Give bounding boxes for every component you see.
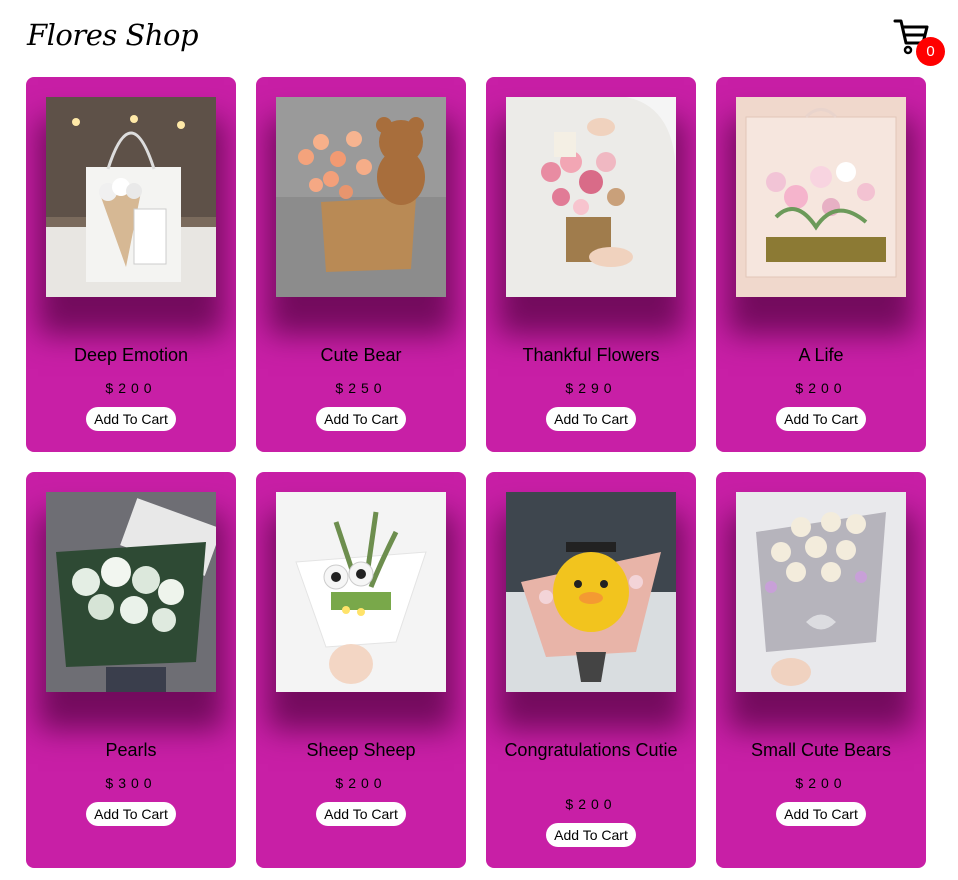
bouquet-gift-bag-image[interactable] [46, 97, 216, 297]
product-card: Thankful Flowers $290 Add To Cart [486, 77, 696, 452]
flower-box-image[interactable] [736, 97, 906, 297]
product-price: $300 [105, 775, 157, 791]
add-to-cart-button[interactable]: Add To Cart [776, 802, 866, 826]
product-price: $200 [335, 775, 387, 791]
product-name: Cute Bear [320, 345, 402, 365]
teddy-bear-flower-bag-image[interactable] [276, 97, 446, 297]
product-name: Sheep Sheep [306, 740, 416, 760]
white-bouquet-image[interactable] [46, 492, 216, 692]
add-to-cart-button[interactable]: Add To Cart [316, 802, 406, 826]
product-price: $250 [335, 380, 387, 396]
product-price: $200 [795, 380, 847, 396]
add-to-cart-button[interactable]: Add To Cart [86, 802, 176, 826]
product-card: Cute Bear $250 Add To Cart [256, 77, 466, 452]
cart-count-badge: 0 [916, 37, 945, 66]
product-name: Deep Emotion [73, 345, 189, 365]
cart-button[interactable]: 0 [893, 16, 945, 68]
flower-basket-image[interactable] [506, 97, 676, 297]
product-name: Congratulations Cutie [504, 740, 678, 760]
product-card: Pearls $300 Add To Cart [26, 472, 236, 868]
site-header: Flores Shop 0 [0, 0, 958, 76]
shop-logo[interactable]: Flores Shop [27, 18, 199, 52]
add-to-cart-button[interactable]: Add To Cart [546, 407, 636, 431]
product-name: Pearls [105, 740, 157, 760]
product-card: A Life $200 Add To Cart [716, 77, 926, 452]
add-to-cart-button[interactable]: Add To Cart [776, 407, 866, 431]
product-card: Deep Emotion $200 Add To Cart [26, 77, 236, 452]
product-card: Small Cute Bears $200 Add To Cart [716, 472, 926, 868]
product-card: Congratulations Cutie $200 Add To Cart [486, 472, 696, 868]
product-price: $290 [565, 380, 617, 396]
small-bears-bouquet-image[interactable] [736, 492, 906, 692]
graduation-duck-bouquet-image[interactable] [506, 492, 676, 692]
product-price: $200 [105, 380, 157, 396]
product-name: Small Cute Bears [750, 740, 892, 760]
product-price: $200 [795, 775, 847, 791]
add-to-cart-button[interactable]: Add To Cart [316, 407, 406, 431]
product-card: Sheep Sheep $200 Add To Cart [256, 472, 466, 868]
sheep-bouquet-image[interactable] [276, 492, 446, 692]
add-to-cart-button[interactable]: Add To Cart [86, 407, 176, 431]
product-price: $200 [565, 796, 617, 812]
product-name: A Life [798, 345, 844, 365]
add-to-cart-button[interactable]: Add To Cart [546, 823, 636, 847]
product-name: Thankful Flowers [522, 345, 660, 365]
